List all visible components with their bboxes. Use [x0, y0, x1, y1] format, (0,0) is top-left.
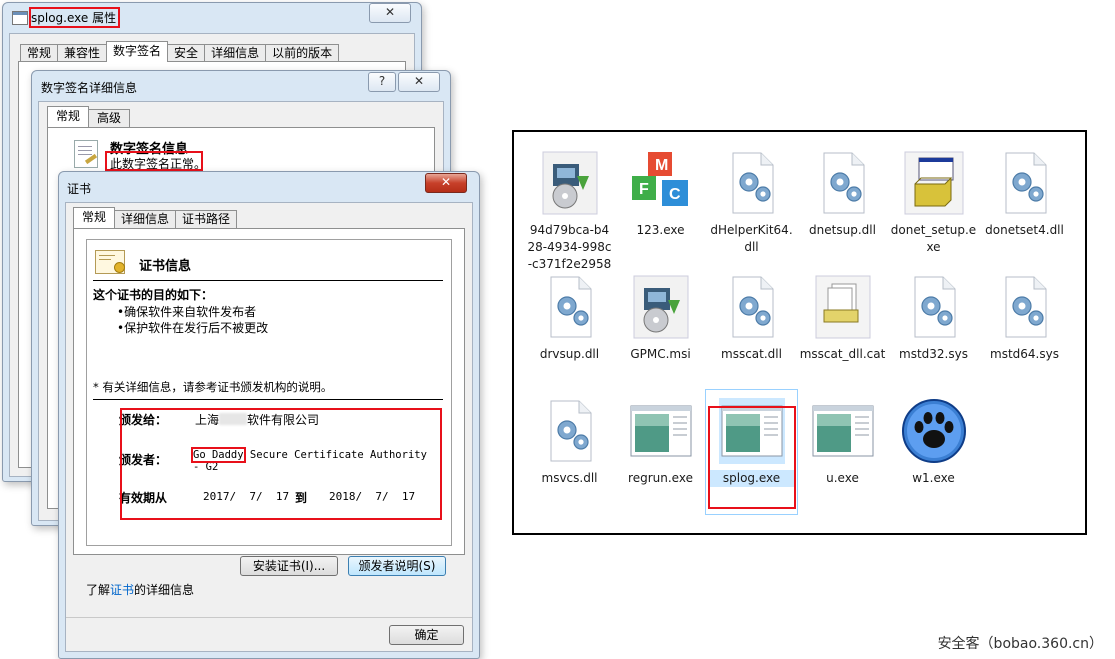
file-icon-grid: 94d79bca-b428-4934-998c-c371f2e2958c....… [524, 142, 1072, 520]
certificate-link[interactable]: 证书 [110, 583, 134, 597]
close-button[interactable]: ✕ [369, 3, 411, 23]
dll-gear-icon [992, 274, 1058, 340]
dll-gear-icon [537, 274, 603, 340]
file-item[interactable]: GPMC.msi [615, 266, 706, 390]
signature-document-icon [74, 140, 98, 168]
file-name: msvcs.dll [541, 471, 598, 485]
close-button[interactable]: ✕ [398, 72, 440, 92]
file-item[interactable]: M F C 123.exe [615, 142, 706, 266]
file-item[interactable]: dnetsup.dll [797, 142, 888, 266]
divider [66, 617, 472, 618]
tab-details[interactable]: 详细信息 [114, 210, 177, 228]
dll-gear-icon [901, 274, 967, 340]
dll-gear-icon [719, 150, 785, 216]
certificate-window-title: 证书 [67, 182, 92, 196]
svg-text:F: F [639, 181, 649, 198]
purpose-item: •确保软件来自软件发布者 [117, 305, 257, 319]
certificate-window: 证书 ✕ 常规 详细信息 证书路径 证书信息 这个证书的目的如下： •确保软件来… [58, 171, 480, 659]
dll-gear-icon [537, 398, 603, 464]
dll-gear-icon [992, 150, 1058, 216]
help-button[interactable]: ? [368, 72, 396, 92]
svg-text:C: C [669, 186, 681, 203]
signature-titlebar[interactable]: 数字签名详细信息 ? ✕ [32, 71, 450, 97]
dll-gear-icon [810, 150, 876, 216]
app-icon [12, 11, 28, 25]
tab-previous-versions[interactable]: 以前的版本 [265, 44, 340, 62]
file-item[interactable]: donet_setup.exe [888, 142, 979, 266]
certificate-info-heading: 证书信息 [139, 259, 192, 274]
learn-more-text: 了解证书的详细信息 [86, 581, 194, 598]
learn-more-b: 的详细信息 [134, 583, 195, 597]
divider [93, 399, 443, 400]
paw-print-icon [901, 398, 967, 464]
installer-package-icon [537, 150, 603, 216]
close-button[interactable]: ✕ [425, 173, 467, 193]
file-name: msscat.dll [721, 347, 782, 361]
file-item[interactable]: u.exe [797, 390, 888, 514]
properties-tabs: 常规 兼容性 数字签名 安全 详细信息 以前的版本 [20, 41, 340, 62]
file-name: u.exe [826, 471, 859, 485]
file-item[interactable]: msscat.dll [706, 266, 797, 390]
file-item[interactable]: drvsup.dll [524, 266, 615, 390]
watermark: 安全客（bobao.360.cn） [937, 636, 1103, 652]
app-window-icon [810, 398, 876, 464]
certificate-titlebar[interactable]: 证书 ✕ [59, 172, 479, 198]
highlight-selected-file [708, 406, 796, 509]
catalog-file-icon [810, 274, 876, 340]
file-item[interactable]: regrun.exe [615, 390, 706, 514]
highlight-signature-status [105, 151, 203, 171]
tab-certification-path[interactable]: 证书路径 [175, 210, 238, 228]
file-item[interactable]: msscat_dll.cat [797, 266, 888, 390]
install-certificate-button[interactable]: 安装证书(I)... [240, 556, 338, 576]
file-name: regrun.exe [628, 471, 693, 485]
file-name: mstd64.sys [990, 347, 1059, 361]
file-name: msscat_dll.cat [799, 347, 886, 361]
file-item[interactable]: donetset4.dll [979, 142, 1070, 266]
purpose-title: 这个证书的目的如下： [93, 288, 214, 302]
issuer-note: * 有关详细信息，请参考证书颁发机构的说明。 [93, 380, 333, 394]
file-name: drvsup.dll [539, 347, 600, 361]
dll-gear-icon [719, 274, 785, 340]
tab-advanced[interactable]: 高级 [88, 109, 131, 127]
ok-button[interactable]: 确定 [389, 625, 464, 645]
tab-digital-signatures[interactable]: 数字签名 [106, 41, 169, 62]
file-name: dHelperKit64.dll [710, 223, 793, 254]
purpose-item: •保护软件在发行后不被更改 [117, 321, 269, 335]
svg-text:M: M [655, 157, 668, 174]
file-item[interactable]: msvcs.dll [524, 390, 615, 514]
file-name: donet_setup.exe [890, 223, 977, 254]
certificate-icon [95, 250, 125, 274]
learn-more-a: 了解 [86, 583, 111, 597]
highlight-filename [29, 7, 120, 28]
file-name: 123.exe [636, 223, 685, 237]
file-name: dnetsup.dll [809, 223, 876, 237]
mfc-cubes-icon: MF C [628, 150, 694, 216]
tab-general[interactable]: 常规 [47, 106, 90, 127]
installer-package-icon [628, 274, 694, 340]
app-window-icon [628, 398, 694, 464]
tab-compatibility[interactable]: 兼容性 [57, 44, 108, 62]
signature-window-title: 数字签名详细信息 [41, 81, 138, 95]
file-name: w1.exe [912, 471, 955, 485]
file-item[interactable]: 94d79bca-b428-4934-998c-c371f2e2958c.... [524, 142, 615, 288]
file-item[interactable]: mstd32.sys [888, 266, 979, 390]
file-item[interactable]: dHelperKit64.dll [706, 142, 797, 266]
file-item[interactable]: mstd64.sys [979, 266, 1070, 390]
file-name: mstd32.sys [899, 347, 968, 361]
certificate-tabs: 常规 详细信息 证书路径 [73, 207, 238, 228]
file-name: GPMC.msi [630, 347, 691, 361]
tab-security[interactable]: 安全 [167, 44, 206, 62]
setup-box-icon [901, 150, 967, 216]
tab-details[interactable]: 详细信息 [204, 44, 267, 62]
tab-general[interactable]: 常规 [20, 44, 59, 62]
file-name: donetset4.dll [985, 223, 1064, 237]
highlight-issuer-block [120, 408, 442, 520]
divider [93, 280, 443, 281]
signature-tabs: 常规 高级 [47, 106, 131, 127]
issuer-statement-button[interactable]: 颁发者说明(S) [348, 556, 446, 576]
file-explorer-frame: 94d79bca-b428-4934-998c-c371f2e2958c....… [512, 130, 1087, 535]
tab-general[interactable]: 常规 [73, 207, 116, 228]
file-item[interactable]: w1.exe [888, 390, 979, 514]
